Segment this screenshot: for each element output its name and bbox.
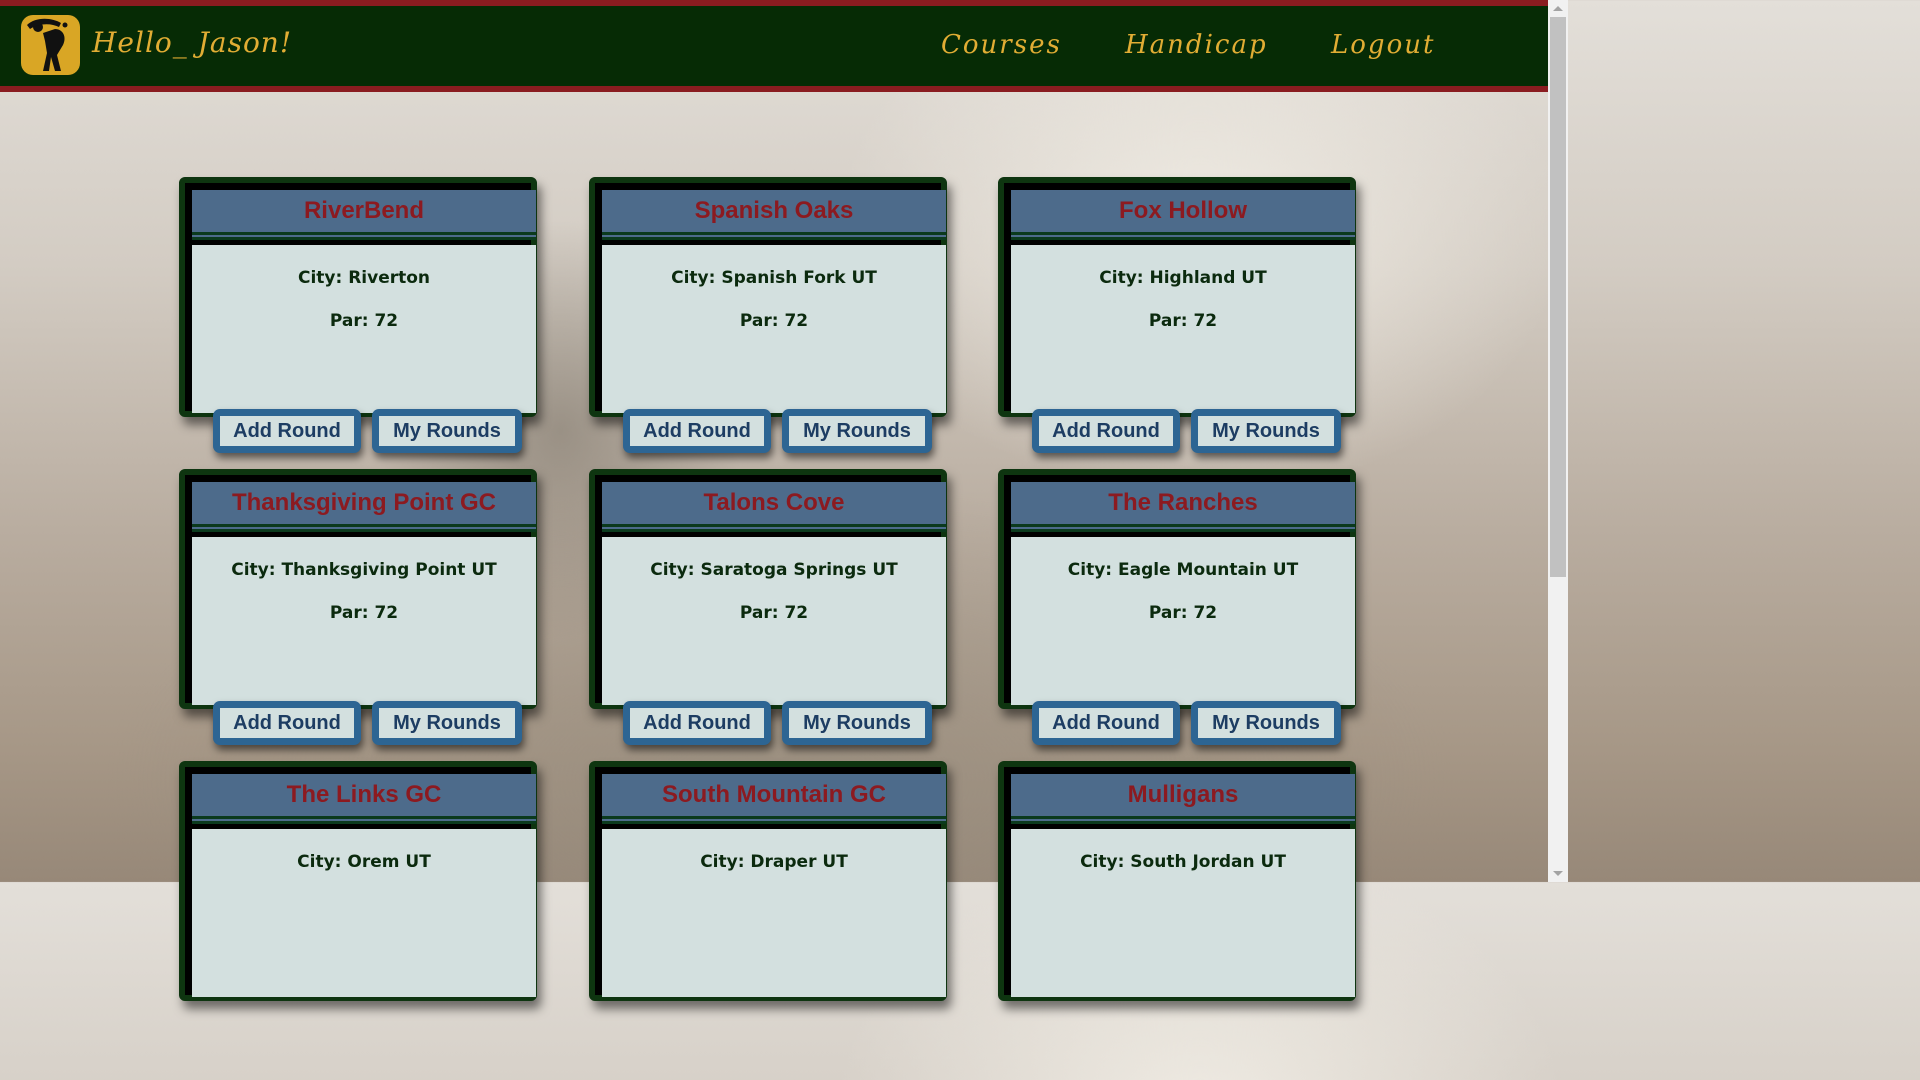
course-name: Thanksgiving Point GC (231, 489, 496, 516)
my-rounds-button[interactable]: My Rounds (782, 701, 932, 745)
course-name: The Ranches (1108, 489, 1258, 516)
course-card-body: City: Orem UT (192, 829, 536, 997)
course-name: Mulligans (1127, 781, 1239, 808)
course-card-riverbend: RiverBend City: Riverton Par: 72 Add Rou… (179, 177, 537, 453)
course-card-body: City: Draper UT (602, 829, 946, 997)
course-par: Par: 72 (1148, 603, 1218, 623)
course-city: City: South Jordan UT (1080, 852, 1286, 872)
course-name: The Links GC (286, 781, 442, 808)
course-par: Par: 72 (1148, 311, 1218, 331)
course-city: City: Spanish Fork UT (671, 268, 877, 288)
course-card-header: Thanksgiving Point GC (192, 482, 536, 532)
add-round-button[interactable]: Add Round (1032, 409, 1180, 453)
course-card-the-ranches: The Ranches City: Eagle Mountain UT Par:… (998, 469, 1356, 745)
course-name: RiverBend (303, 197, 425, 224)
course-card-body: City: Highland UT Par: 72 (1011, 245, 1355, 413)
course-city: City: Highland UT (1099, 268, 1267, 288)
greeting-text: Hello_ Jason! (92, 26, 293, 59)
add-round-button[interactable]: Add Round (213, 409, 361, 453)
nav-link-logout[interactable]: Logout (1331, 30, 1435, 60)
vertical-scrollbar[interactable] (1548, 0, 1568, 882)
course-card-header: Mulligans (1011, 774, 1355, 824)
scroll-up-arrow-icon[interactable] (1553, 6, 1563, 11)
course-par: Par: 72 (739, 603, 809, 623)
course-par: Par: 72 (329, 311, 399, 331)
course-card-talons-cove: Talons Cove City: Saratoga Springs UT Pa… (589, 469, 947, 745)
course-card-body: City: Spanish Fork UT Par: 72 (602, 245, 946, 413)
my-rounds-button[interactable]: My Rounds (1191, 409, 1341, 453)
scroll-down-arrow-icon[interactable] (1553, 871, 1563, 876)
add-round-button[interactable]: Add Round (623, 409, 771, 453)
course-card-mulligans: Mulligans City: South Jordan UT (998, 761, 1356, 1001)
course-city: City: Saratoga Springs UT (650, 560, 898, 580)
add-round-button[interactable]: Add Round (213, 701, 361, 745)
add-round-button[interactable]: Add Round (623, 701, 771, 745)
course-name: Spanish Oaks (694, 197, 854, 224)
course-card-header: The Links GC (192, 774, 536, 824)
course-name: Talons Cove (703, 489, 845, 516)
course-city: City: Thanksgiving Point UT (231, 560, 497, 580)
nav-link-handicap[interactable]: Handicap (1125, 30, 1268, 60)
course-card-south-mountain: South Mountain GC City: Draper UT (589, 761, 947, 1001)
course-card-header: Talons Cove (602, 482, 946, 532)
course-city: City: Orem UT (297, 852, 431, 872)
course-card-header: RiverBend (192, 190, 536, 240)
course-name: Fox Hollow (1119, 197, 1247, 224)
golfer-icon[interactable] (21, 15, 80, 75)
course-card-fox-hollow: Fox Hollow City: Highland UT Par: 72 Add… (998, 177, 1356, 453)
course-card-header: The Ranches (1011, 482, 1355, 532)
course-card-body: City: Riverton Par: 72 (192, 245, 536, 413)
my-rounds-button[interactable]: My Rounds (372, 409, 522, 453)
course-card-body: City: South Jordan UT (1011, 829, 1355, 997)
course-par: Par: 72 (329, 603, 399, 623)
course-city: City: Riverton (297, 268, 431, 288)
my-rounds-button[interactable]: My Rounds (782, 409, 932, 453)
course-card-header: Spanish Oaks (602, 190, 946, 240)
course-card-header: Fox Hollow (1011, 190, 1355, 240)
course-card-the-links: The Links GC City: Orem UT (179, 761, 537, 1001)
nav-link-courses[interactable]: Courses (941, 30, 1062, 60)
scrollbar-thumb[interactable] (1550, 17, 1566, 577)
navbar: Hello_ Jason! Courses Handicap Logout (0, 6, 1548, 92)
my-rounds-button[interactable]: My Rounds (372, 701, 522, 745)
my-rounds-button[interactable]: My Rounds (1191, 701, 1341, 745)
course-card-spanish-oaks: Spanish Oaks City: Spanish Fork UT Par: … (589, 177, 947, 453)
course-par: Par: 72 (739, 311, 809, 331)
course-name: South Mountain GC (662, 781, 886, 808)
course-card-body: City: Saratoga Springs UT Par: 72 (602, 537, 946, 705)
course-city: City: Draper UT (700, 852, 848, 872)
course-card-body: City: Thanksgiving Point UT Par: 72 (192, 537, 536, 705)
course-card-body: City: Eagle Mountain UT Par: 72 (1011, 537, 1355, 705)
course-card-thanksgiving-point: Thanksgiving Point GC City: Thanksgiving… (179, 469, 537, 745)
add-round-button[interactable]: Add Round (1032, 701, 1180, 745)
course-city: City: Eagle Mountain UT (1067, 560, 1299, 580)
course-card-header: South Mountain GC (602, 774, 946, 824)
